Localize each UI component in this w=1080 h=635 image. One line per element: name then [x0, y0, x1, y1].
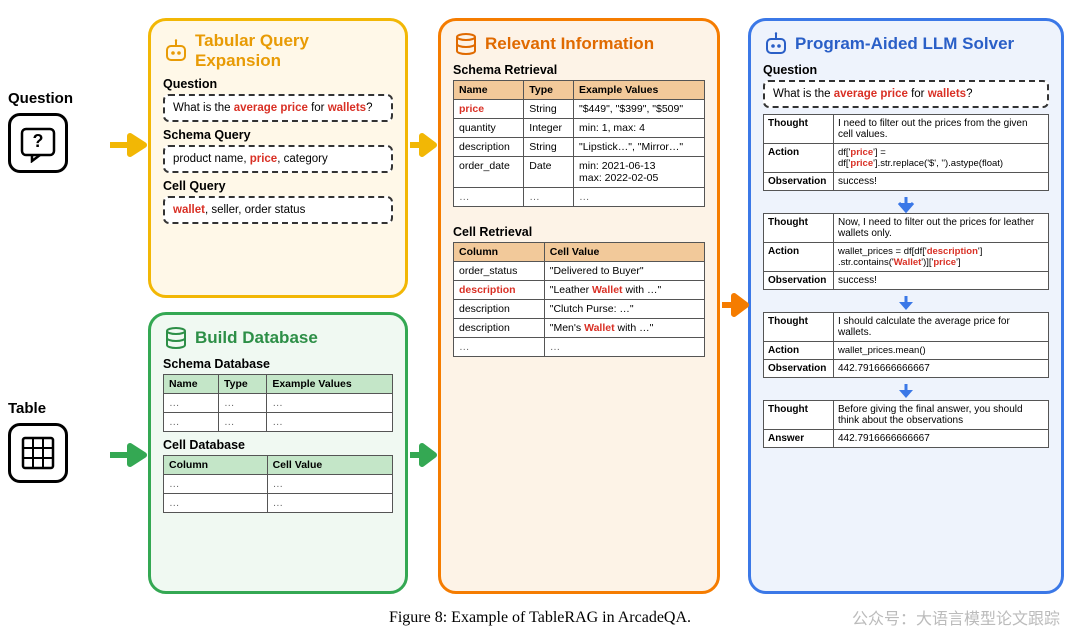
panel-build-database: Build Database Schema Database NameTypeE… — [148, 312, 408, 594]
p2-schema-label: Schema Database — [163, 357, 393, 371]
table-input: Table — [8, 400, 118, 483]
panel1-title: Tabular Query Expansion — [163, 31, 393, 71]
p3-cell-label: Cell Retrieval — [453, 225, 705, 239]
arrow-p3-to-p4 — [720, 290, 750, 320]
arrow-down-icon — [894, 382, 918, 400]
question-label: Question — [8, 90, 118, 107]
arrow-down-icon — [894, 195, 918, 213]
figure-caption: Figure 8: Example of TableRAG in ArcadeQ… — [389, 609, 691, 627]
svg-text:?: ? — [33, 131, 44, 151]
p2-cell-label: Cell Database — [163, 438, 393, 452]
schema-db-table: NameTypeExample Values ……… ……… — [163, 374, 393, 432]
question-icon: ? — [8, 113, 68, 173]
panel4-title: Program-Aided LLM Solver — [763, 31, 1049, 57]
database-icon — [163, 325, 189, 351]
step3-table: ThoughtI should calculate the average pr… — [763, 312, 1049, 378]
step1-table: ThoughtI need to filter out the prices f… — [763, 114, 1049, 191]
p3-schema-label: Schema Retrieval — [453, 63, 705, 77]
p1-question-label: Question — [163, 77, 393, 91]
robot-icon — [163, 38, 189, 64]
step2-table: ThoughtNow, I need to filter out the pri… — [763, 213, 1049, 290]
arrow-p1-to-p3 — [408, 130, 438, 160]
panel-tabular-query-expansion: Tabular Query Expansion Question What is… — [148, 18, 408, 298]
panel3-title: Relevant Information — [453, 31, 705, 57]
p1-schema-box: product name, price, category — [163, 145, 393, 173]
p1-cell-box: wallet, seller, order status — [163, 196, 393, 224]
arrow-q-to-p1 — [108, 130, 148, 160]
panel-program-aided-solver: Program-Aided LLM Solver Question What i… — [748, 18, 1064, 594]
p1-schema-label: Schema Query — [163, 128, 393, 142]
cell-db-table: ColumnCell Value …… …… — [163, 455, 393, 513]
left-inputs: Question ? — [8, 90, 118, 173]
database-icon — [453, 31, 479, 57]
cell-retrieval-table: ColumnCell Value order_status"Delivered … — [453, 242, 705, 357]
step4-table: ThoughtBefore giving the final answer, y… — [763, 400, 1049, 448]
robot-icon — [763, 31, 789, 57]
p1-cell-label: Cell Query — [163, 179, 393, 193]
panel-relevant-information: Relevant Information Schema Retrieval Na… — [438, 18, 720, 594]
schema-retrieval-table: NameTypeExample Values priceString"$449"… — [453, 80, 705, 207]
p1-question-box: What is the average price for wallets? — [163, 94, 393, 122]
arrow-down-icon — [894, 294, 918, 312]
watermark: 公众号：大语言模型论文跟踪 — [852, 605, 1060, 629]
panel2-title: Build Database — [163, 325, 393, 351]
arrow-t-to-p2 — [108, 440, 148, 470]
p4-question-box: What is the average price for wallets? — [763, 80, 1049, 108]
table-label: Table — [8, 400, 118, 417]
arrow-p2-to-p3 — [408, 440, 438, 470]
p4-question-label: Question — [763, 63, 1049, 77]
table-icon — [8, 423, 68, 483]
